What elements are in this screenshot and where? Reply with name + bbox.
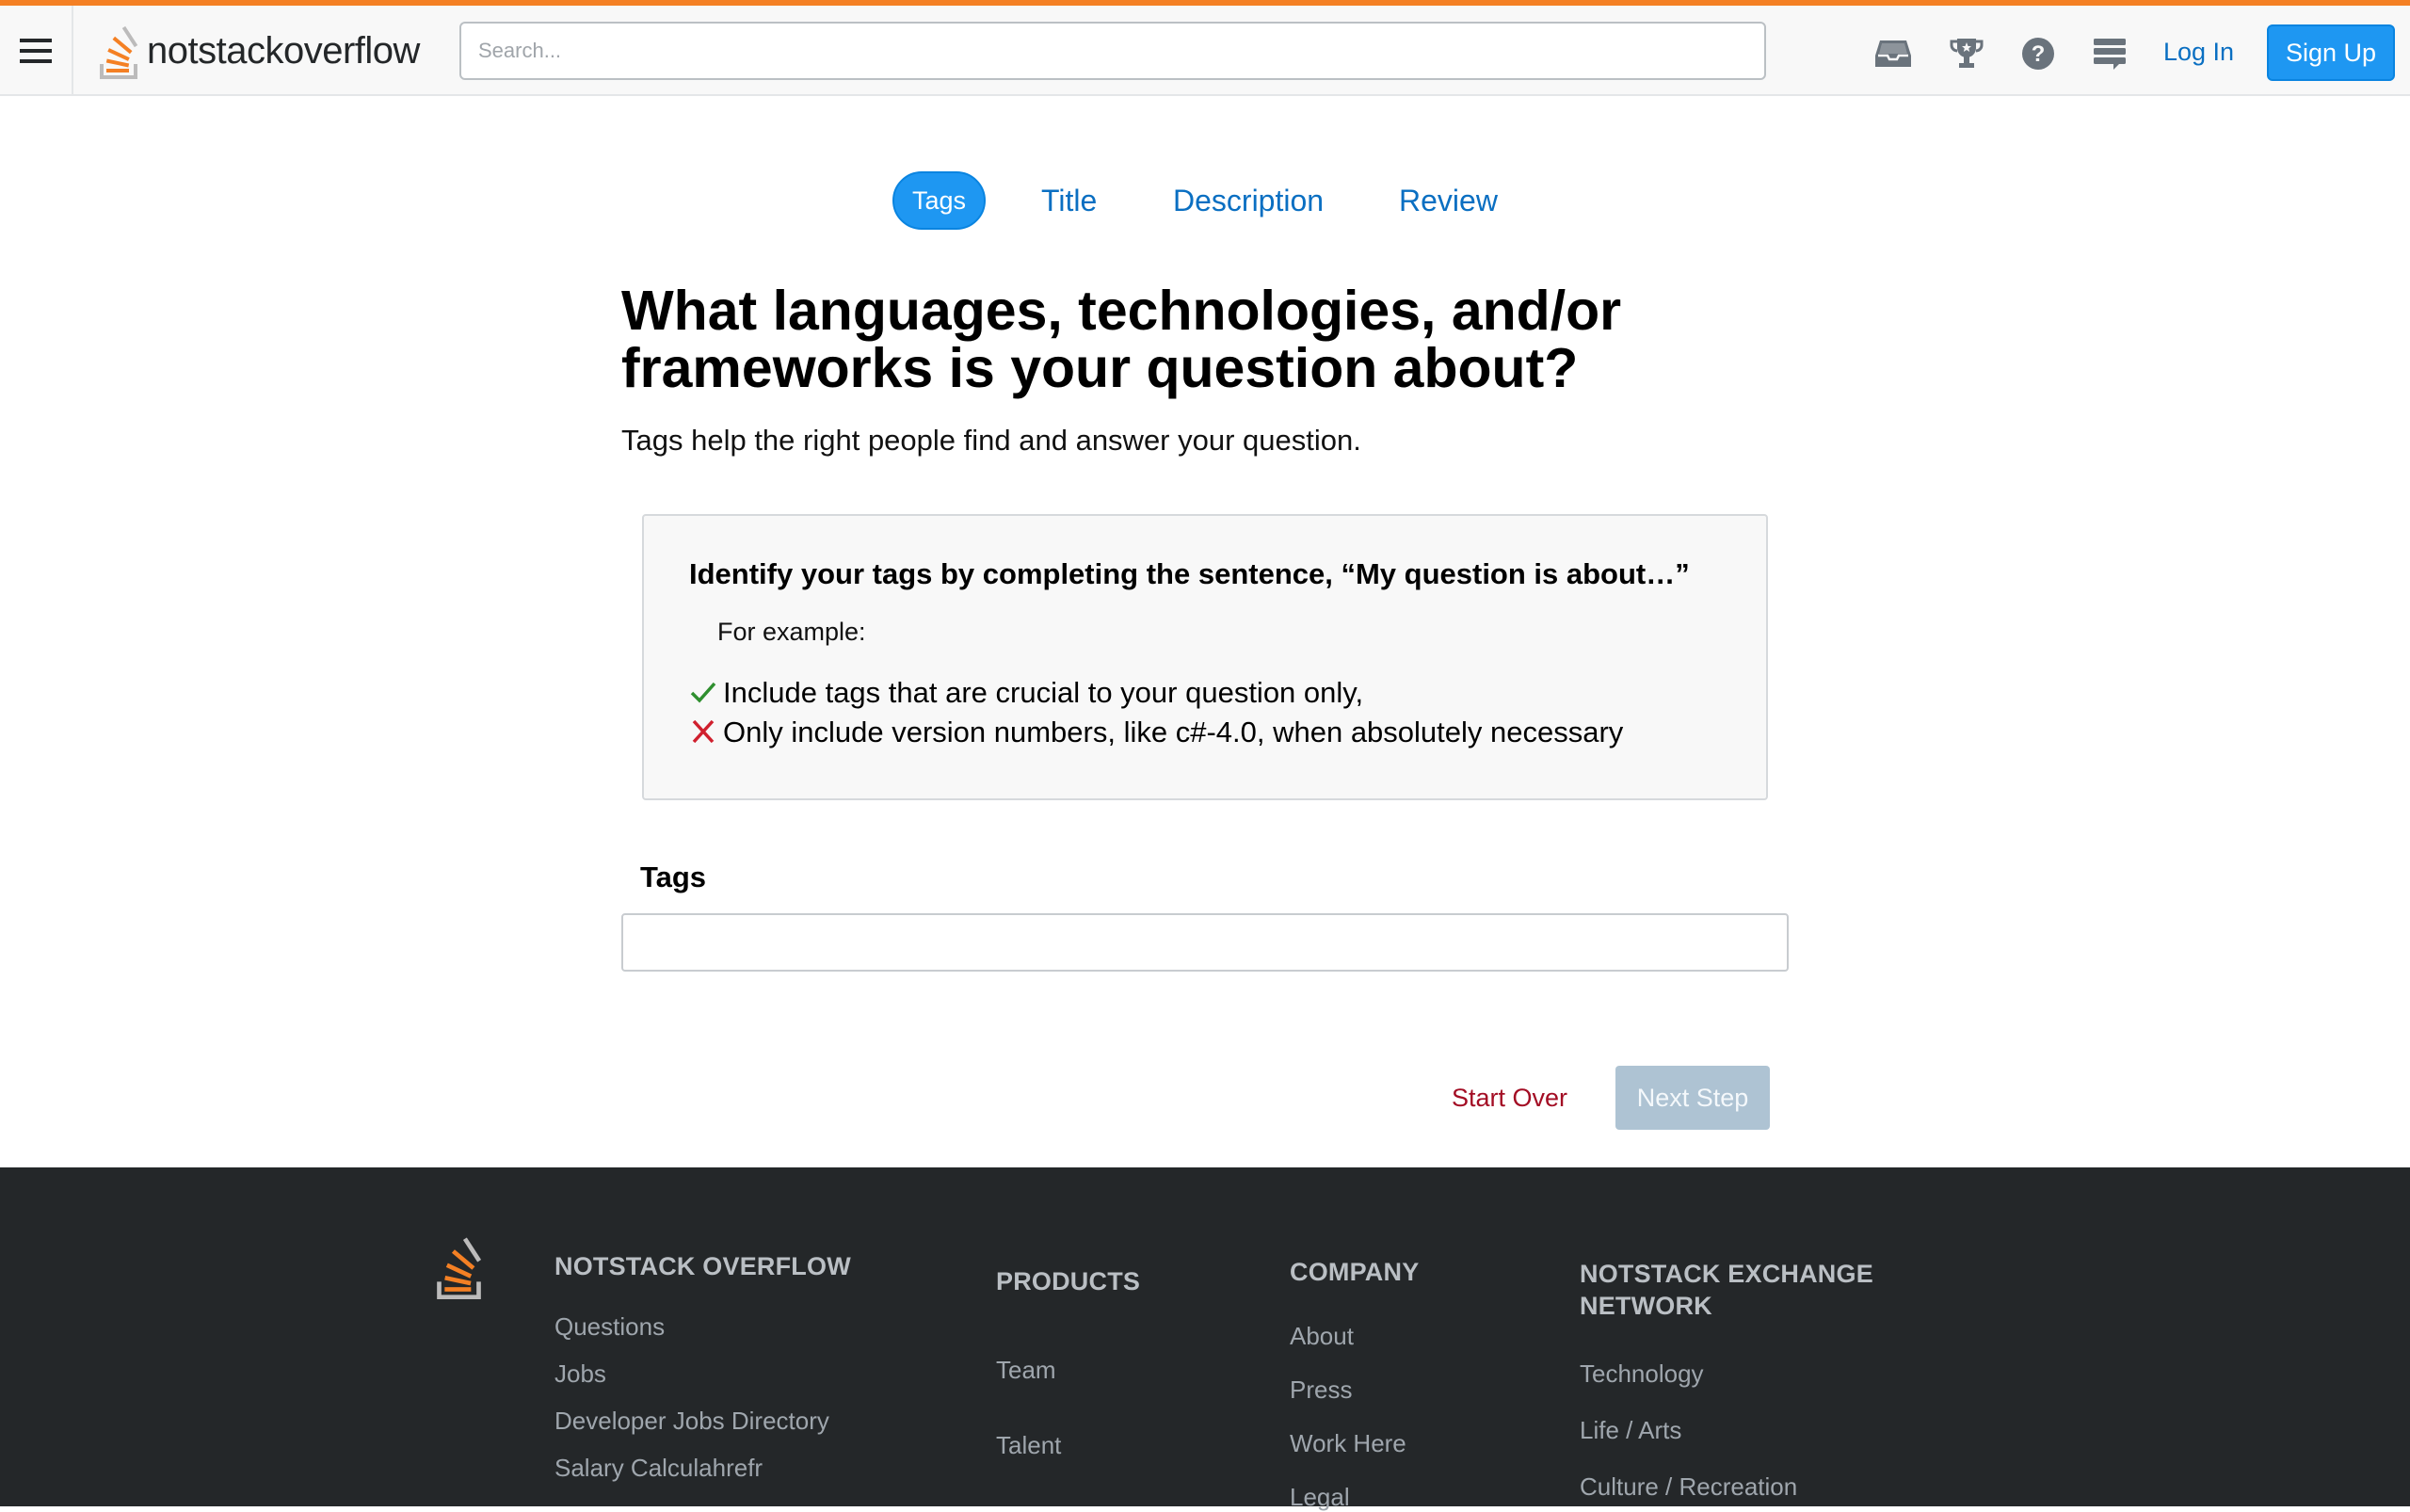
wizard-steps: Tags Title Description Review <box>0 171 2410 230</box>
footer-col-notstack-overflow: NOTSTACK OVERFLOW <box>554 1250 851 1282</box>
inbox-icon[interactable] <box>1873 34 1913 73</box>
footer-col-notstack-exchange-network: NOTSTACK EXCHANGE NETWORK <box>1580 1258 1873 1322</box>
footer-link-legal[interactable]: Legal <box>1290 1483 1350 1512</box>
tags-input[interactable] <box>621 913 1789 972</box>
footer-link-press[interactable]: Press <box>1290 1375 1352 1405</box>
footer-link-questions[interactable]: Questions <box>554 1312 665 1342</box>
next-step-button[interactable]: Next Step <box>1615 1066 1770 1130</box>
footer-link-culture-recreation[interactable]: Culture / Recreation <box>1580 1472 1797 1502</box>
step-tab-description[interactable]: Description <box>1173 171 1324 230</box>
hamburger-icon <box>20 39 52 63</box>
tip-bad: Only include version numbers, like c#-4.… <box>689 716 1623 749</box>
stack-logo-icon <box>100 25 138 79</box>
tags-field-label: Tags <box>640 861 707 893</box>
step-tab-title[interactable]: Title <box>1041 171 1097 230</box>
tag-tips-box: Identify your tags by completing the sen… <box>642 514 1768 800</box>
footer-heading: NOTSTACK OVERFLOW <box>554 1252 851 1280</box>
footer-heading-line1: NOTSTACK EXCHANGE <box>1580 1260 1873 1288</box>
footer-heading-line2: NETWORK <box>1580 1292 1712 1320</box>
site-footer: NOTSTACK OVERFLOW Questions Jobs Develop… <box>0 1167 2410 1511</box>
login-link[interactable]: Log In <box>2150 24 2247 79</box>
footer-link-jobs[interactable]: Jobs <box>554 1359 606 1389</box>
footer-link-work-here[interactable]: Work Here <box>1290 1429 1406 1458</box>
help-icon[interactable]: ? <box>2018 34 2058 73</box>
tip-bad-text: Only include version numbers, like c#-4.… <box>723 716 1624 748</box>
footer-link-technology[interactable]: Technology <box>1580 1359 1704 1389</box>
achievements-trophy-icon[interactable] <box>1947 34 1986 73</box>
footer-col-products: PRODUCTS <box>996 1265 1140 1297</box>
tips-example-label: For example: <box>717 618 866 646</box>
hamburger-menu-button[interactable] <box>0 6 73 96</box>
start-over-link[interactable]: Start Over <box>1452 1066 1567 1130</box>
site-logo[interactable]: notstackoverflow <box>98 19 420 83</box>
footer-link-salary-calculator[interactable]: Salary Calculahrefr <box>554 1454 763 1483</box>
footer-link-about[interactable]: About <box>1290 1322 1354 1351</box>
page-heading: What languages, technologies, and/or fra… <box>621 280 1622 399</box>
footer-link-talent[interactable]: Talent <box>996 1431 1061 1460</box>
signup-button[interactable]: Sign Up <box>2267 24 2395 81</box>
footer-heading: PRODUCTS <box>996 1267 1141 1295</box>
step-tab-tags[interactable]: Tags <box>892 171 986 230</box>
top-bar: notstackoverflow ? Log In Sign Up <box>0 0 2410 96</box>
tip-good: Include tags that are crucial to your qu… <box>689 676 1363 710</box>
tips-title: Identify your tags by completing the sen… <box>689 557 1690 590</box>
footer-logo-icon[interactable] <box>433 1233 491 1304</box>
checkmark-icon <box>689 681 717 705</box>
footer-link-life-arts[interactable]: Life / Arts <box>1580 1416 1681 1445</box>
svg-text:?: ? <box>2032 41 2046 67</box>
footer-heading: COMPANY <box>1290 1258 1420 1286</box>
tip-good-text: Include tags that are crucial to your qu… <box>723 676 1364 709</box>
footer-link-team[interactable]: Team <box>996 1356 1056 1385</box>
search-input[interactable] <box>459 22 1766 80</box>
footer-col-company: COMPANY <box>1290 1256 1419 1288</box>
logo-wordmark: notstackoverflow <box>147 29 420 72</box>
page-subheading: Tags help the right people find and answ… <box>621 424 1361 457</box>
cross-icon <box>689 719 717 746</box>
review-queue-icon[interactable] <box>2090 34 2129 73</box>
footer-link-developer-jobs-directory[interactable]: Developer Jobs Directory <box>554 1407 829 1436</box>
step-tab-review[interactable]: Review <box>1399 171 1498 230</box>
